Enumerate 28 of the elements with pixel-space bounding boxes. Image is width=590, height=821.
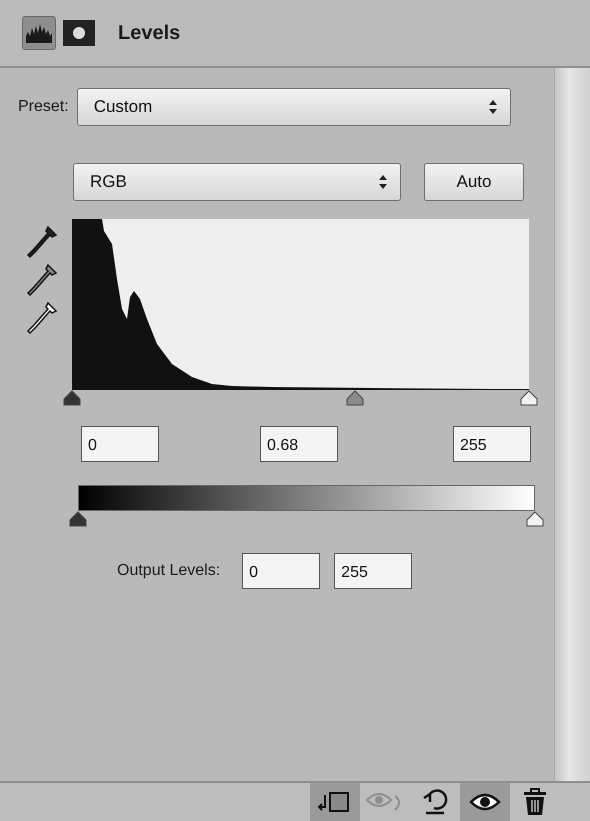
input-level-field[interactable]: 255 (453, 426, 531, 462)
preset-dropdown[interactable]: Custom (76, 88, 511, 126)
auto-button[interactable]: Auto (424, 163, 524, 201)
eyedropper-icon[interactable] (26, 263, 58, 297)
scrollbar[interactable] (554, 68, 590, 781)
clip-button[interactable] (310, 783, 360, 821)
eyedropper-icon[interactable] (26, 225, 58, 259)
trash-icon (522, 788, 548, 816)
output-level-field[interactable]: 255 (334, 553, 412, 589)
preset-label: Preset: (18, 98, 69, 116)
updown-arrows-icon (378, 174, 388, 190)
visibility-button[interactable] (460, 783, 510, 821)
slider-thumb[interactable] (520, 390, 538, 406)
output-level-field[interactable]: 0 (242, 553, 320, 589)
mask-icon (63, 20, 95, 46)
eye-icon (469, 792, 501, 812)
channel-dropdown[interactable]: RGB (73, 163, 401, 201)
updown-arrows-icon (488, 99, 498, 115)
input-level-field[interactable]: 0.68 (260, 426, 338, 462)
input-level-field[interactable]: 0 (81, 426, 159, 462)
slider-thumb[interactable] (63, 390, 81, 406)
slider-thumb[interactable] (69, 511, 87, 527)
histogram-icon (25, 22, 53, 44)
panel-tab[interactable] (22, 16, 56, 50)
slider-thumb[interactable] (526, 511, 544, 527)
output-levels-label: Output Levels: (117, 562, 220, 580)
eyedropper-icon[interactable] (26, 301, 58, 335)
panel-title: Levels (118, 22, 180, 44)
